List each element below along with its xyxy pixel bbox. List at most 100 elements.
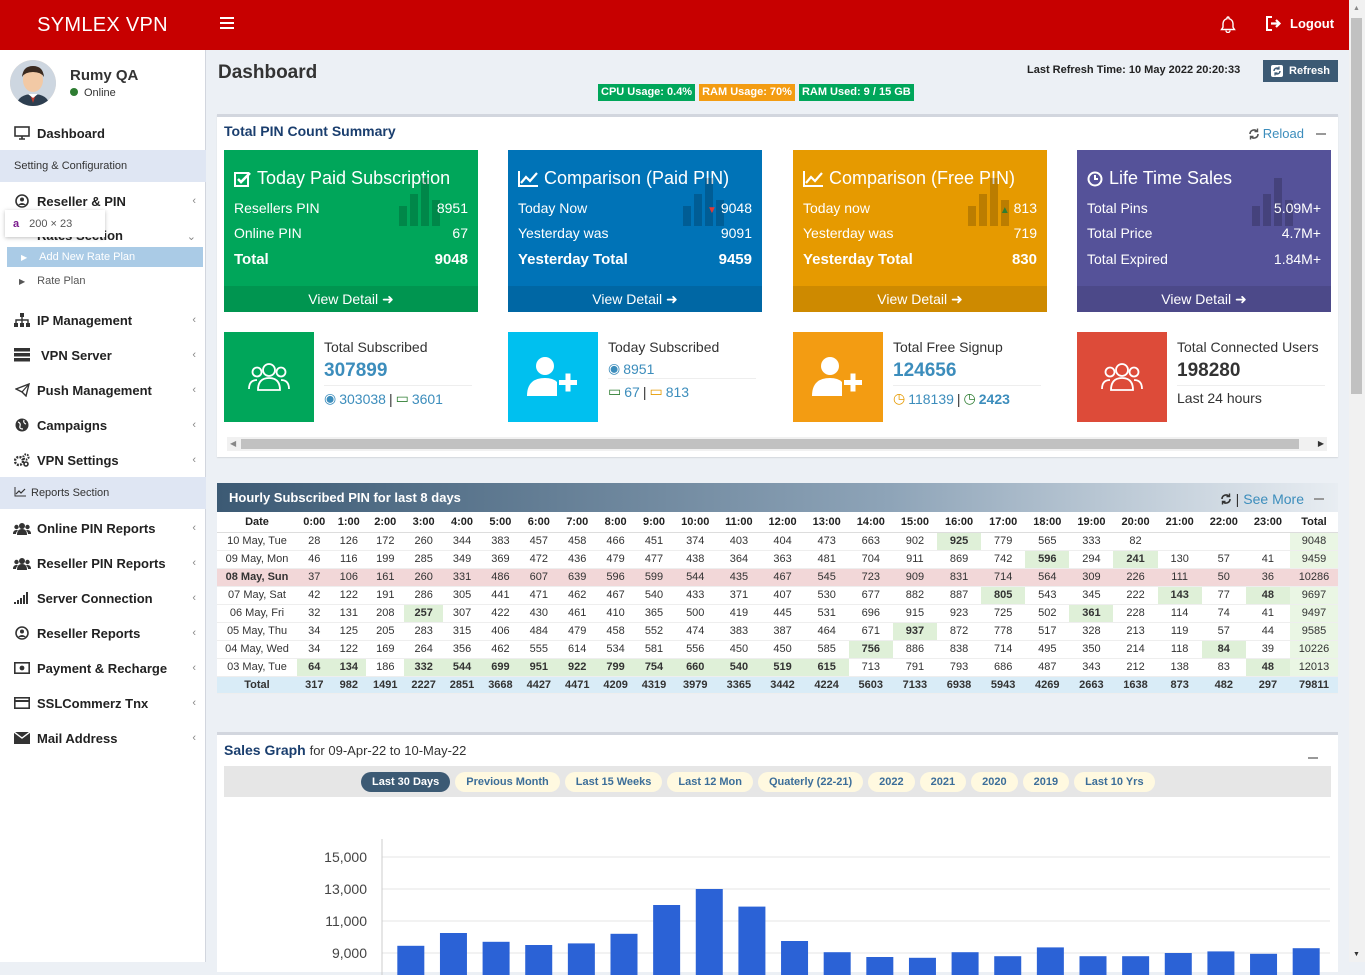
sidebar-item-server-connection[interactable]: Server Connection ‹ — [0, 583, 206, 613]
sidebar-subitem-add-rate-plan[interactable]: ▶ Add New Rate Plan — [7, 247, 203, 267]
hour-cell: 556 — [673, 640, 718, 659]
hour-cell: 42 — [297, 586, 332, 605]
hour-cell: 212 — [1113, 658, 1158, 677]
chart-bar[interactable] — [738, 906, 766, 975]
collapse-minus-icon[interactable] — [1316, 132, 1326, 135]
app-logo[interactable]: SYMLEX VPN — [0, 0, 205, 50]
sidebar-item-online-pin-reports[interactable]: Online PIN Reports ‹ — [0, 513, 206, 543]
chart-bar[interactable] — [653, 905, 681, 975]
chart-bar[interactable] — [866, 957, 894, 975]
chart-bar[interactable] — [439, 933, 467, 975]
chart-bar[interactable] — [908, 957, 936, 975]
hour-cell: 111 — [1157, 568, 1202, 587]
chart-bar[interactable] — [695, 889, 723, 975]
scroll-down-arrow-icon[interactable]: ▼ — [1353, 951, 1360, 958]
chart-bar[interactable] — [567, 943, 595, 975]
view-detail-link[interactable]: View Detail ➜ — [1077, 286, 1331, 312]
view-detail-link[interactable]: View Detail ➜ — [224, 286, 478, 312]
arrow-circle-right-icon: ➜ — [1234, 291, 1247, 307]
range-tab[interactable]: Quaterly (22-21) — [757, 771, 864, 792]
hour-cell: 544 — [442, 658, 482, 677]
vertical-scrollbar[interactable]: ▲ ▼ — [1349, 0, 1365, 962]
chart-bar[interactable] — [951, 952, 979, 975]
refresh-button[interactable]: Refresh — [1263, 60, 1338, 82]
chart-bar[interactable] — [482, 941, 510, 975]
sidebar-item-payment-recharge[interactable]: Payment & Recharge ‹ — [0, 653, 206, 683]
range-tab[interactable]: 2020 — [971, 771, 1018, 792]
sidebar-item-vpn-settings[interactable]: VPN Settings ‹ — [0, 445, 206, 475]
hour-cell: 951 — [519, 658, 559, 677]
chart-bar[interactable] — [1164, 953, 1192, 975]
sidebar-item-mail-address[interactable]: Mail Address ‹ — [0, 723, 206, 753]
scroll-up-arrow-icon[interactable]: ▲ — [1353, 5, 1360, 12]
sidebar-item-ip-management[interactable]: IP Management ‹ — [0, 305, 206, 335]
date-cell: 04 May, Wed — [217, 640, 297, 659]
info-sub: ◷ 118139 | ◷ 2423 — [893, 385, 1041, 407]
range-tab[interactable]: 2022 — [868, 771, 915, 792]
see-more-link[interactable]: See More — [1243, 491, 1304, 507]
range-tab[interactable]: Last 12 Mon — [667, 771, 753, 792]
row-label: Total — [234, 251, 269, 268]
hour-cell: 369 — [481, 550, 520, 569]
hour-cell: 122 — [331, 640, 367, 659]
range-tab[interactable]: 2019 — [1022, 771, 1070, 792]
hour-cell: 48 — [1245, 586, 1290, 605]
chart-bar[interactable] — [610, 933, 638, 975]
chart-bar[interactable] — [1079, 956, 1107, 975]
hour-cell: 471 — [519, 586, 559, 605]
notification-bell-icon[interactable] — [1220, 16, 1236, 38]
range-tab[interactable]: Previous Month — [455, 771, 560, 792]
chart-bar[interactable] — [397, 945, 425, 975]
scroll-right-arrow-icon[interactable]: ▶ — [1318, 439, 1324, 448]
hour-cell: 131 — [331, 604, 367, 623]
hour-cell: 214 — [1113, 640, 1158, 659]
sidebar-item-vpn-server[interactable]: VPN Server ‹ — [0, 340, 206, 370]
range-tab[interactable]: 2021 — [919, 771, 967, 792]
date-cell: 05 May, Thu — [217, 622, 297, 641]
row-value: 5.09M+ — [1273, 200, 1321, 216]
reload-button[interactable]: Reload — [1248, 126, 1304, 141]
arrow-circle-right-icon: ➜ — [950, 291, 963, 307]
collapse-minus-icon[interactable] — [1308, 757, 1318, 759]
chart-bar[interactable] — [1250, 953, 1278, 975]
cpu-usage-badge: CPU Usage: 0.4% — [598, 84, 696, 101]
scrollbar-thumb[interactable] — [1351, 18, 1362, 394]
hour-cell: 911 — [892, 550, 937, 569]
total-cell: 3668 — [481, 676, 520, 694]
hamburger-menu-icon[interactable] — [220, 17, 234, 31]
chart-bar[interactable] — [525, 945, 553, 975]
range-tab[interactable]: Last 30 Days — [361, 771, 451, 792]
sidebar-item-sslcommerz[interactable]: SSLCommerz Tnx ‹ — [0, 688, 206, 718]
hour-cell: 725 — [981, 604, 1026, 623]
table-row: 03 May, Tue 64 134 186 332 544 699 951 922 799 754… — [217, 658, 1338, 677]
range-tab[interactable]: Last 10 Yrs — [1074, 771, 1155, 792]
sidebar-item-dashboard[interactable]: Dashboard — [0, 118, 206, 148]
scroll-left-arrow-icon[interactable]: ◀ — [230, 439, 236, 448]
sidebar-item-reseller-pin-reports[interactable]: Reseller PIN Reports ‹ — [0, 548, 206, 578]
clock-icon: ◷ — [963, 390, 976, 406]
collapse-minus-icon[interactable] — [1314, 498, 1324, 500]
sidebar-item-reseller-reports[interactable]: Reseller Reports ‹ — [0, 618, 206, 648]
chart-bar[interactable] — [1122, 956, 1150, 975]
element-size-tooltip: a 200 × 23 — [5, 210, 105, 237]
sidebar-item-campaigns[interactable]: Campaigns ‹ — [0, 410, 206, 440]
hour-cell: 486 — [481, 568, 520, 587]
chart-bar[interactable] — [823, 952, 851, 975]
view-detail-link[interactable]: View Detail ➜ — [793, 286, 1047, 312]
horizontal-scrollbar[interactable]: ◀ ▶ — [227, 437, 1327, 451]
column-header-hour: 4:00 — [442, 512, 482, 533]
sidebar-item-push-management[interactable]: Push Management ‹ — [0, 375, 206, 405]
page-title: Dashboard — [218, 62, 318, 83]
chart-bar[interactable] — [781, 941, 809, 975]
scrollbar-thumb[interactable] — [241, 439, 1299, 449]
view-detail-link[interactable]: View Detail ➜ — [508, 286, 762, 312]
reload-icon[interactable] — [1220, 493, 1232, 505]
column-header-hour: 19:00 — [1069, 512, 1114, 533]
range-tab[interactable]: Last 15 Weeks — [564, 771, 663, 792]
logout-button[interactable]: Logout — [1265, 16, 1334, 31]
chart-bar[interactable] — [1036, 947, 1064, 975]
chart-bar[interactable] — [994, 956, 1022, 975]
money-icon — [13, 661, 31, 675]
chart-bar[interactable] — [1207, 951, 1235, 975]
sidebar-subitem-rate-plan[interactable]: ▶ Rate Plan — [5, 271, 201, 291]
